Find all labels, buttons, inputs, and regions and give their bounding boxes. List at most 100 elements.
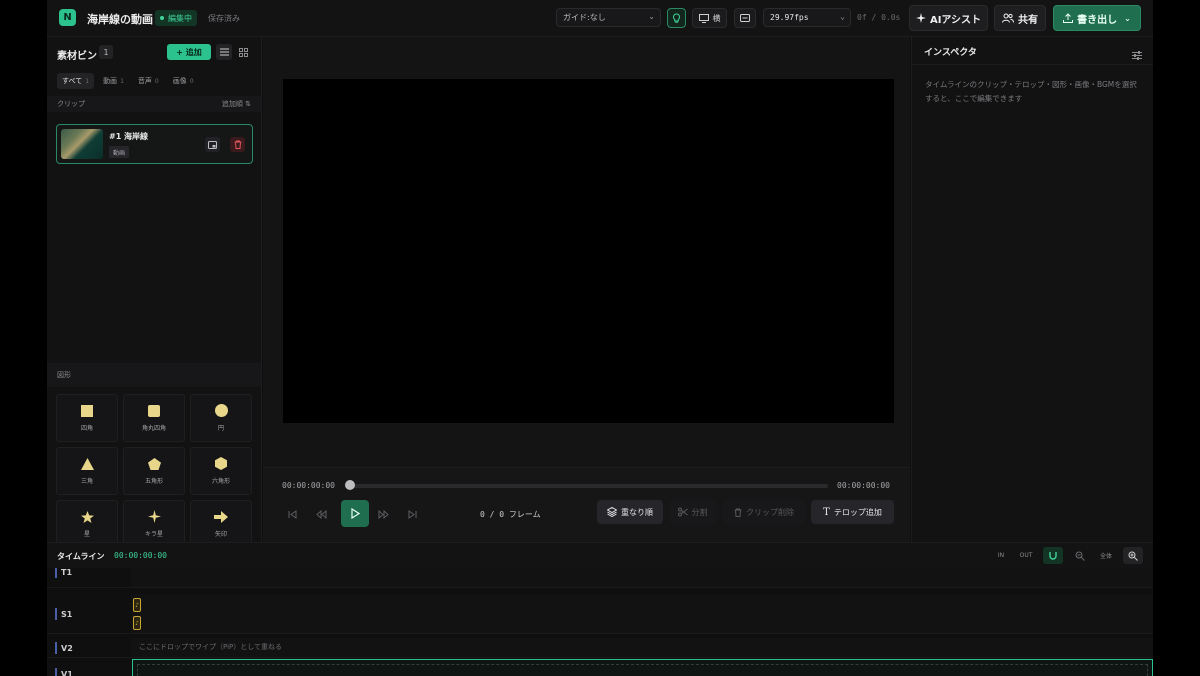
lightbulb-button[interactable] xyxy=(667,8,686,28)
sort-order-button[interactable]: 追加順 ⇅ xyxy=(222,99,251,109)
status-dot xyxy=(160,16,164,20)
triangle-icon xyxy=(80,457,94,470)
delete-clip-transport-button[interactable]: クリップ削除 xyxy=(723,500,805,524)
guide-select[interactable]: ガイド:なし ⌄ xyxy=(556,8,661,27)
rewind-button[interactable] xyxy=(311,504,331,524)
fps-select[interactable]: 29.97fps ⌄ xyxy=(763,8,851,27)
track-v2: V2 ここにドロップでワイプ（PiP）として重ねる xyxy=(47,638,1153,658)
clip-thumbnail xyxy=(61,129,103,159)
media-bin-title: 素材ビン xyxy=(57,51,97,62)
timecode-current: 00:00:00:00 xyxy=(282,481,335,490)
tab-count: 0 xyxy=(154,77,159,85)
shape-label: 矢印 xyxy=(214,530,227,538)
shape-label: 星 xyxy=(83,530,90,538)
media-bin-panel: 素材ビン 1 + 追加 すべて 1 動画 1 音声 0 画像 0 クリップ 追加順 ⇅ … xyxy=(47,37,262,548)
split-button[interactable]: 分割 xyxy=(669,500,716,524)
mark-in-button[interactable]: IN xyxy=(991,547,1011,564)
play-button[interactable] xyxy=(341,500,369,527)
orientation-button[interactable]: 横 xyxy=(692,8,727,28)
audio-clip-marker[interactable]: ♪ xyxy=(133,598,141,612)
zoom-in-icon xyxy=(1128,551,1138,561)
drop-zone-outline xyxy=(137,664,1148,676)
shape-triangle[interactable]: 三角 xyxy=(56,447,118,495)
track-lane[interactable] xyxy=(131,594,1153,633)
video-preview[interactable] xyxy=(283,79,894,423)
mark-out-button[interactable]: OUT xyxy=(1015,547,1037,564)
delete-clip-button[interactable] xyxy=(230,137,245,152)
skip-start-icon xyxy=(288,509,296,519)
track-t1: T1 xyxy=(47,568,1153,588)
tab-label: すべて xyxy=(62,77,83,85)
app-logo[interactable]: N xyxy=(59,9,76,26)
playhead-knob[interactable] xyxy=(345,480,355,490)
timeline-panel: タイムライン 00:00:00:00 IN OUT 全体 T1 S1 ♪ ♪ V… xyxy=(47,542,1153,676)
clips-section-header: クリップ 追加順 ⇅ xyxy=(47,96,261,112)
tab-image[interactable]: 画像 0 xyxy=(168,73,199,89)
scrub-bar[interactable] xyxy=(348,484,828,488)
track-v1-drop-zone[interactable] xyxy=(132,659,1153,676)
tab-count: 1 xyxy=(85,77,90,85)
delete-clip-label: クリップ削除 xyxy=(746,507,794,517)
tab-label: 画像 xyxy=(172,77,187,85)
shape-square[interactable]: 四角 xyxy=(56,394,118,442)
shape-star[interactable]: 星 xyxy=(56,500,118,548)
lightbulb-icon xyxy=(673,13,680,23)
add-caption-button[interactable]: T テロップ追加 xyxy=(811,500,894,524)
fast-forward-button[interactable] xyxy=(373,504,393,524)
tab-audio[interactable]: 音声 0 xyxy=(133,73,164,89)
track-lane[interactable] xyxy=(131,568,1153,587)
stack-order-button[interactable]: 重なり順 xyxy=(597,500,663,524)
save-status: 保存済み xyxy=(208,14,240,23)
tab-count: 0 xyxy=(189,77,194,85)
preview-panel: 00:00:00:00 00:00:00:00 0 / 0 フレーム 重なり順 … xyxy=(263,37,910,542)
pentagon-icon xyxy=(147,457,161,470)
project-title[interactable]: 海岸線の動画 xyxy=(87,11,153,27)
ai-assist-label: AIアシスト xyxy=(929,14,982,26)
monitor-icon xyxy=(698,13,709,23)
shape-label: 円 xyxy=(217,425,224,432)
track-color-bar xyxy=(55,568,57,578)
track-lane[interactable] xyxy=(131,638,1153,657)
chevron-down-icon: ⌄ xyxy=(648,12,655,21)
star-icon xyxy=(80,510,94,523)
shape-sparkle[interactable]: キラ星 xyxy=(123,500,185,548)
rewind-icon xyxy=(315,509,326,519)
shape-label: 四角 xyxy=(80,424,93,432)
media-clip-card[interactable]: #1 海岸線 動画 xyxy=(56,124,253,164)
shape-label: 五角形 xyxy=(144,477,163,485)
tab-video[interactable]: 動画 1 xyxy=(98,73,129,89)
split-label: 分割 xyxy=(691,507,708,517)
audio-clip-marker[interactable]: ♪ xyxy=(133,616,141,630)
magnet-snap-button[interactable] xyxy=(1043,547,1063,564)
inspector-divider xyxy=(912,64,1153,65)
inspector-hint: タイムラインのクリップ・テロップ・図形・画像・BGMを選択すると、ここで編集でき… xyxy=(925,80,1137,103)
share-button[interactable]: 共有 xyxy=(994,5,1046,31)
grid-view-button[interactable] xyxy=(235,44,251,60)
shape-arrow[interactable]: 矢印 xyxy=(190,500,252,548)
skip-start-button[interactable] xyxy=(282,504,302,524)
tab-all[interactable]: すべて 1 xyxy=(57,73,95,89)
shape-circle[interactable]: 円 xyxy=(190,394,252,442)
ai-assist-button[interactable]: AIアシスト xyxy=(909,5,988,31)
caption-toggle-button[interactable] xyxy=(734,8,756,28)
export-button[interactable]: 書き出し ⌄ xyxy=(1053,5,1141,31)
track-label: T1 xyxy=(55,568,72,578)
track-label: V1 xyxy=(55,668,73,676)
add-media-button[interactable]: + 追加 xyxy=(167,44,211,60)
fast-forward-icon xyxy=(378,509,389,519)
pip-insert-button[interactable] xyxy=(205,137,220,152)
shape-rounded-square[interactable]: 角丸四角 xyxy=(123,394,185,442)
shape-pentagon[interactable]: 五角形 xyxy=(123,447,185,495)
track-name: S1 xyxy=(61,609,73,619)
zoom-in-button[interactable] xyxy=(1123,547,1143,564)
track-color-bar xyxy=(55,642,57,654)
timeline-title: タイムライン xyxy=(57,552,105,561)
chevron-down-icon: ⌄ xyxy=(840,12,845,21)
shape-hexagon[interactable]: 六角形 xyxy=(190,447,252,495)
zoom-fit-button[interactable]: 全体 xyxy=(1094,547,1118,564)
inspector-settings-button[interactable] xyxy=(1132,45,1142,64)
skip-end-button[interactable] xyxy=(402,504,422,524)
zoom-out-button[interactable] xyxy=(1070,547,1090,564)
fps-select-value: 29.97fps xyxy=(770,13,809,22)
list-view-button[interactable] xyxy=(216,44,232,60)
